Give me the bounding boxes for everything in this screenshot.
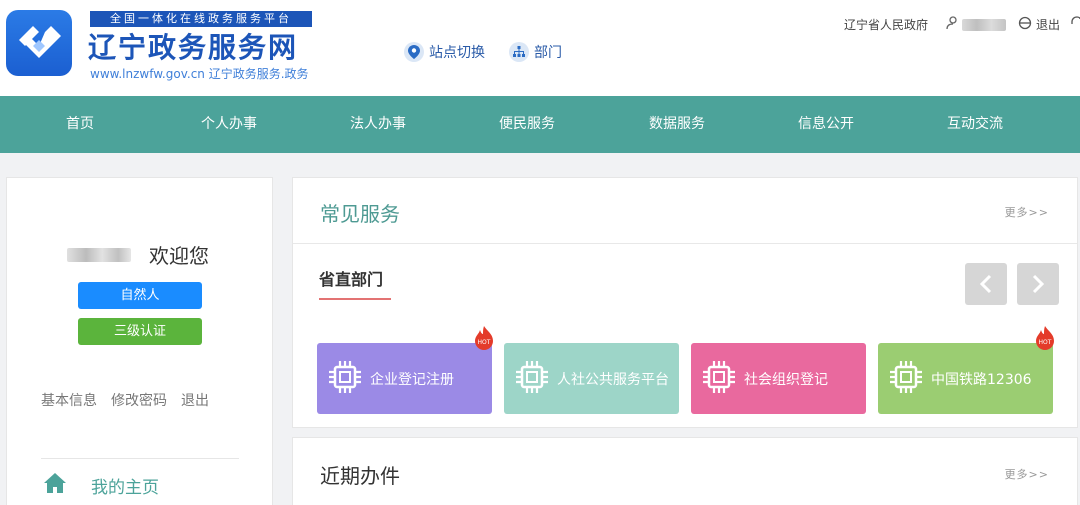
basic-info-link[interactable]: 基本信息	[41, 390, 97, 410]
change-password-link[interactable]: 修改密码	[111, 390, 167, 410]
service-tile-social-org-registration[interactable]: 社会组织登记	[691, 343, 866, 414]
recent-items-more-link[interactable]: 更多>>	[1005, 466, 1049, 482]
common-services-more-link[interactable]: 更多>>	[1005, 204, 1049, 220]
panel-logout-link[interactable]: 退出	[181, 390, 209, 410]
tab-underline	[319, 298, 391, 300]
recent-items-title: 近期办件	[320, 464, 400, 488]
nav-item-convenience[interactable]: 便民服务	[467, 96, 587, 153]
nav-item-legal-person[interactable]: 法人办事	[318, 96, 438, 153]
chip-icon	[700, 358, 738, 400]
common-services-title: 常见服务	[320, 202, 400, 226]
username-blurred	[67, 247, 131, 262]
svg-text:HOT: HOT	[1039, 339, 1052, 346]
header: 全国一体化在线政务服务平台 辽宁政务服务网 www.lnzwfw.gov.cn …	[0, 0, 1080, 96]
hot-icon: HOT	[473, 326, 495, 354]
logout-icon	[1018, 16, 1032, 33]
logo-banner: 全国一体化在线政务服务平台	[90, 11, 312, 27]
common-services-panel: 常见服务 更多>> 省直部门 企业登记注册 HOT 人社公共服务平台 社会组织登…	[292, 177, 1078, 428]
user-panel: 欢迎您 自然人 三级认证 基本信息 修改密码 退出 我的主页	[6, 177, 273, 505]
chip-icon	[887, 358, 925, 400]
my-home-label: 我的主页	[91, 478, 159, 498]
site-switch-link[interactable]: 站点切换	[404, 42, 485, 62]
nav-item-personal[interactable]: 个人办事	[169, 96, 289, 153]
chip-icon	[326, 358, 364, 400]
auth-level-badge: 三级认证	[78, 318, 202, 345]
divider	[41, 458, 239, 459]
divider	[293, 243, 1077, 244]
service-tile-label: 中国铁路12306	[931, 371, 1032, 388]
next-arrow-button[interactable]	[1017, 263, 1059, 305]
site-title[interactable]: 辽宁政务服务网	[88, 26, 298, 66]
site-logo-icon[interactable]	[6, 10, 72, 76]
headset-icon[interactable]	[1070, 16, 1080, 33]
department-label: 部门	[534, 45, 562, 61]
account-links: 基本信息 修改密码 退出	[41, 390, 209, 410]
service-tile-label: 企业登记注册	[370, 371, 454, 388]
main-nav: 首页 个人办事 法人办事 便民服务 数据服务 信息公开 互动交流	[0, 96, 1080, 153]
top-right-bar: 辽宁省人民政府 退出	[844, 16, 1080, 33]
prev-arrow-button[interactable]	[965, 263, 1007, 305]
service-tile-label: 社会组织登记	[744, 371, 828, 388]
home-icon	[43, 472, 67, 499]
service-tile-china-railway[interactable]: 中国铁路12306 HOT	[878, 326, 1054, 414]
logout-link[interactable]: 退出	[1036, 16, 1060, 33]
welcome-line: 欢迎您	[67, 240, 209, 269]
nav-item-home[interactable]: 首页	[20, 96, 140, 153]
site-url: www.lnzwfw.gov.cn 辽宁政务服务.政务	[90, 67, 309, 81]
site-switch-label: 站点切换	[429, 45, 485, 61]
location-pin-icon	[404, 42, 424, 62]
nav-item-interaction[interactable]: 互动交流	[915, 96, 1035, 153]
provincial-departments-tab[interactable]: 省直部门	[319, 266, 383, 290]
nav-item-data-service[interactable]: 数据服务	[617, 96, 737, 153]
chevron-left-icon	[979, 274, 992, 294]
chevron-right-icon	[1032, 274, 1045, 294]
svg-text:HOT: HOT	[478, 339, 491, 346]
department-link[interactable]: 部门	[509, 42, 562, 62]
chip-icon	[513, 358, 551, 400]
hot-icon: HOT	[1034, 326, 1056, 354]
recent-items-panel: 近期办件 更多>>	[292, 437, 1078, 505]
nav-item-info-public[interactable]: 信息公开	[766, 96, 886, 153]
my-home-link[interactable]: 我的主页	[43, 472, 159, 499]
service-tile-label: 人社公共服务平台	[557, 371, 669, 388]
service-tile-social-security[interactable]: 人社公共服务平台	[504, 343, 679, 414]
user-icon	[946, 16, 958, 33]
province-gov-link[interactable]: 辽宁省人民政府	[844, 16, 928, 33]
service-tile-enterprise-registration[interactable]: 企业登记注册 HOT	[317, 326, 493, 414]
user-type-badge: 自然人	[78, 282, 202, 309]
org-chart-icon	[509, 42, 529, 62]
welcome-text: 欢迎您	[149, 244, 209, 268]
username-blurred	[961, 18, 1006, 31]
